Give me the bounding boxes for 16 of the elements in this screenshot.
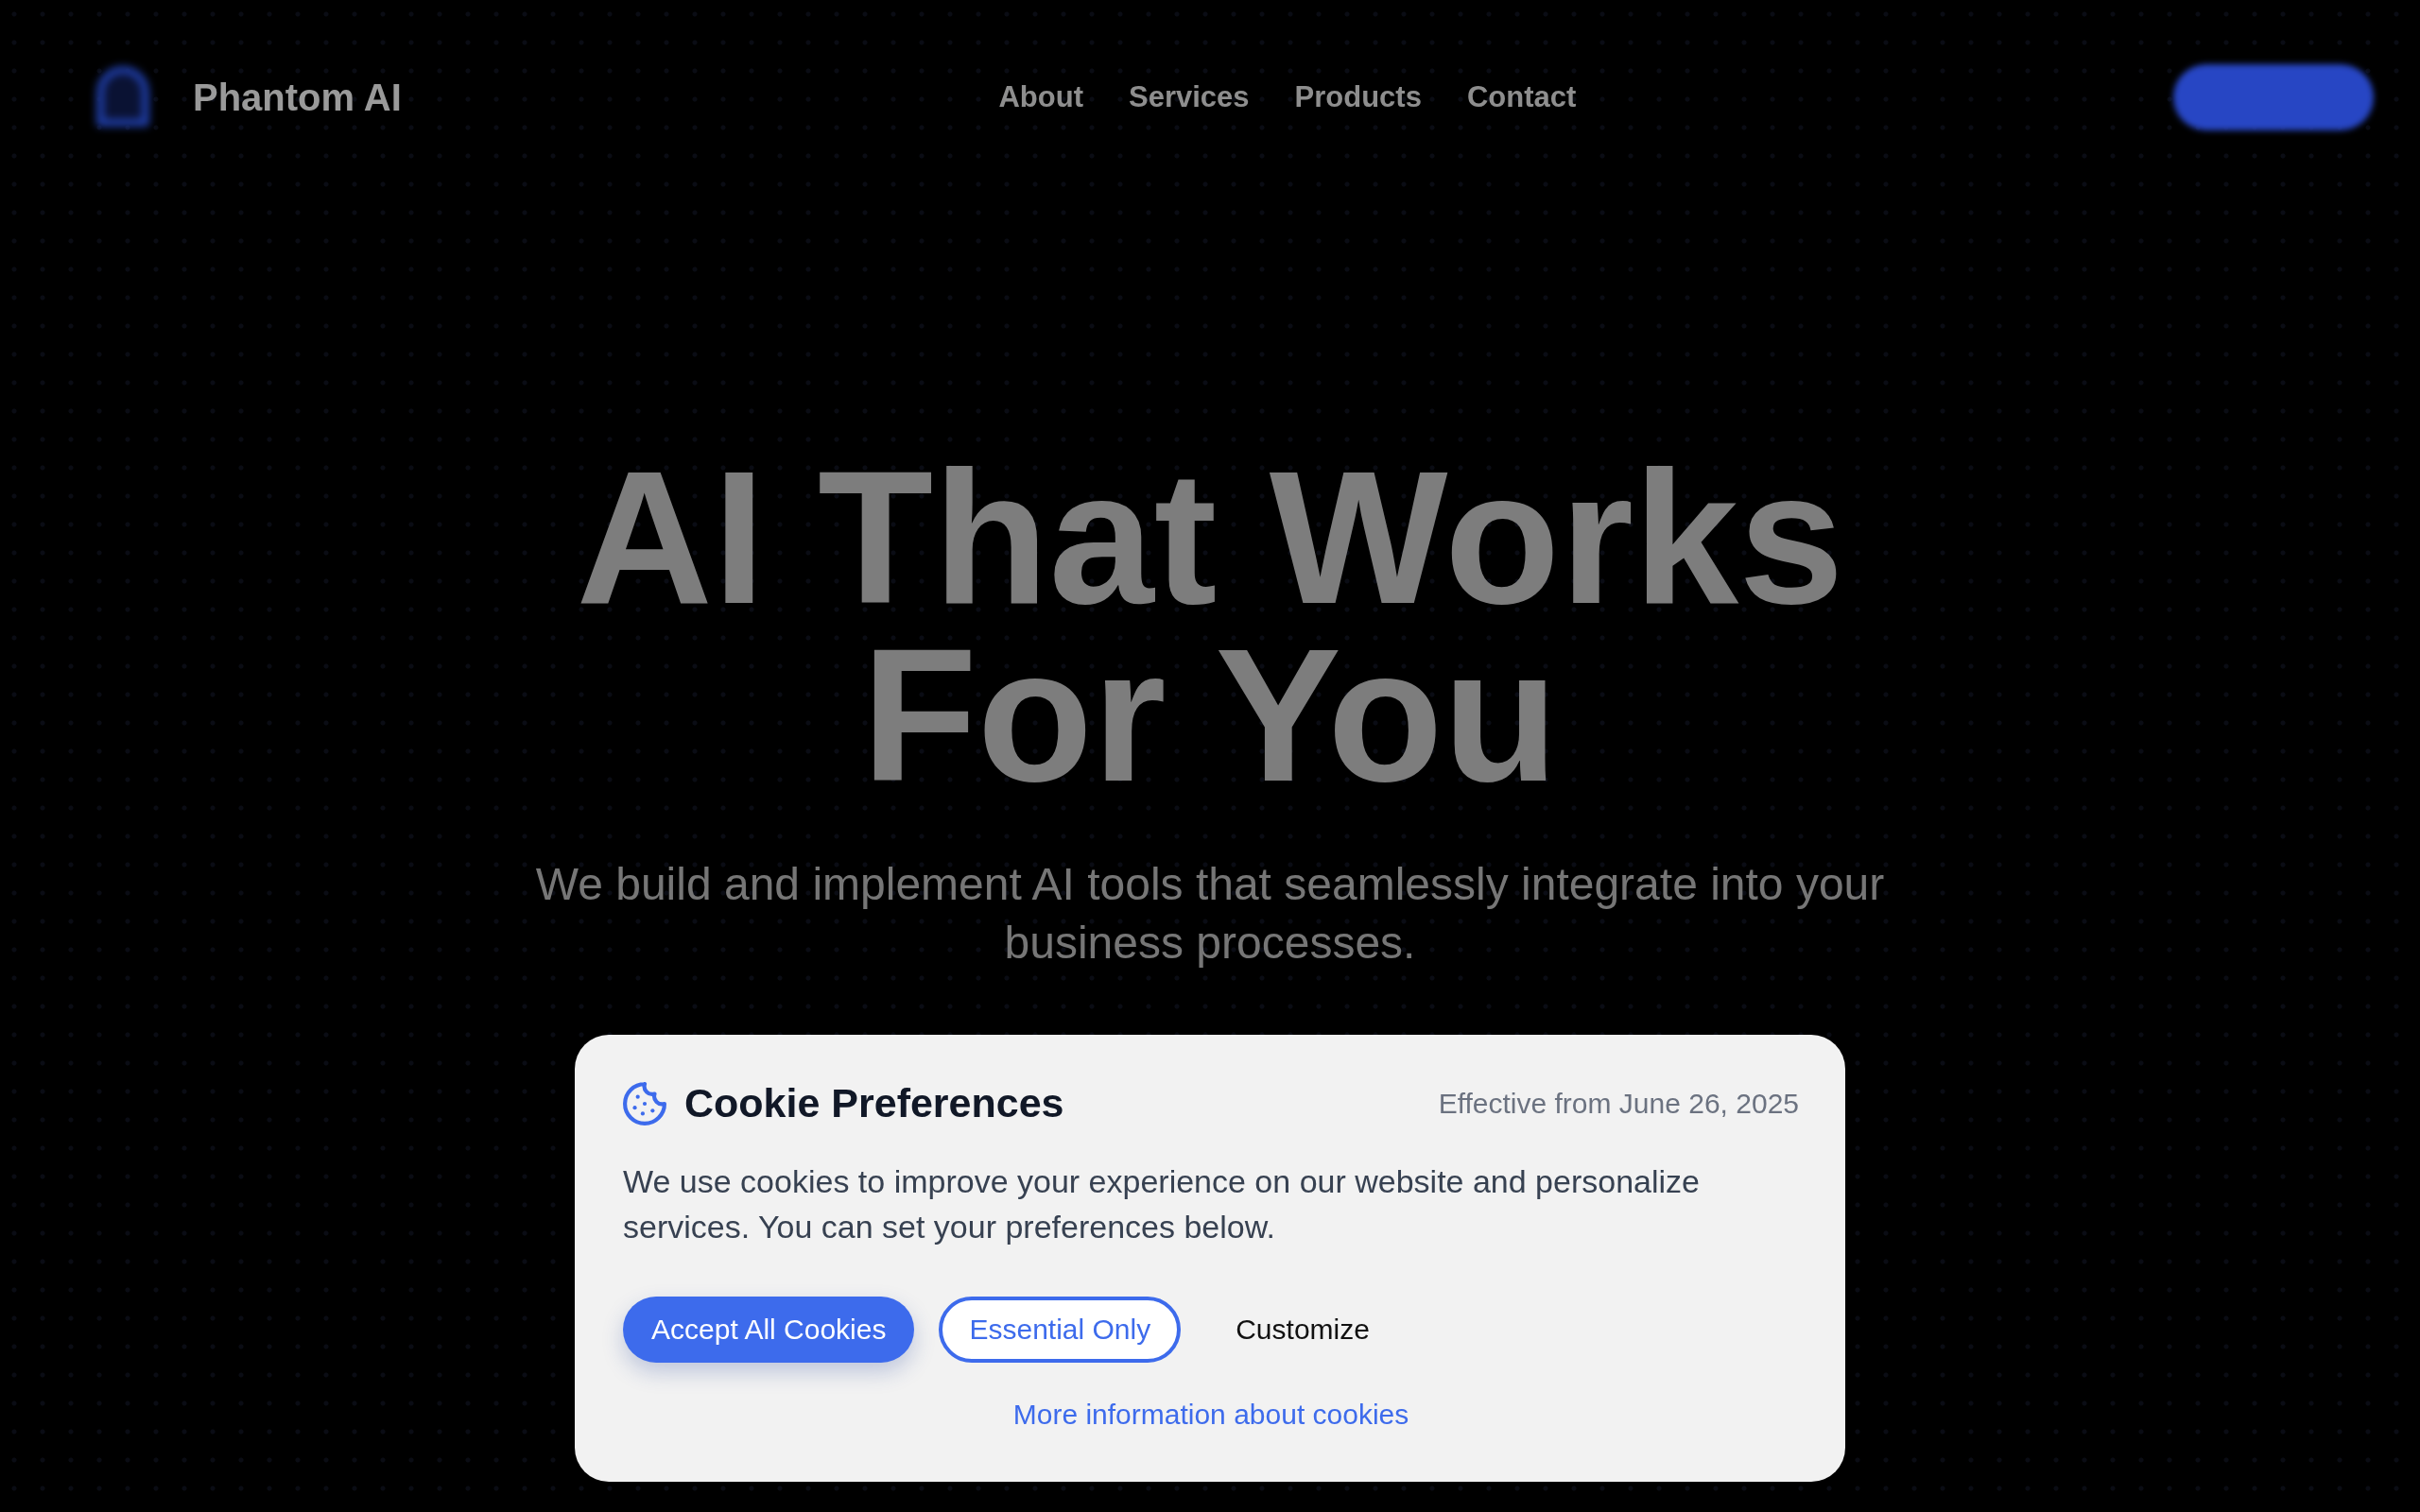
hero-subtitle: We build and implement AI tools that seamlessly integrate into your business processes. bbox=[534, 858, 1886, 970]
brand-name: Phantom AI bbox=[193, 76, 402, 119]
cookie-message: We use cookies to improve your experience on our website and personalize services. You can set your preferences below. bbox=[623, 1162, 1701, 1246]
nav-link[interactable]: Contact bbox=[1466, 80, 1577, 114]
hero-heading: AI That Works For You bbox=[575, 449, 1845, 804]
accept-button[interactable]: Accept All Cookies bbox=[623, 1297, 915, 1363]
header-button[interactable] bbox=[2173, 64, 2374, 130]
nav-link[interactable]: Services bbox=[1129, 80, 1250, 114]
cookie-icon bbox=[623, 1081, 666, 1125]
cookie-info-link[interactable]: More information about cookies bbox=[1012, 1397, 1409, 1433]
nav-link[interactable]: About bbox=[998, 80, 1083, 114]
dialog-title: Cookie Preferences bbox=[684, 1080, 1064, 1126]
customize-button[interactable]: Customize bbox=[1205, 1297, 1400, 1363]
nav-link[interactable]: Products bbox=[1294, 80, 1422, 114]
effective-date: Effective from June 26, 2025 bbox=[1438, 1087, 1799, 1120]
essential-button[interactable]: Essential Only bbox=[939, 1297, 1182, 1363]
